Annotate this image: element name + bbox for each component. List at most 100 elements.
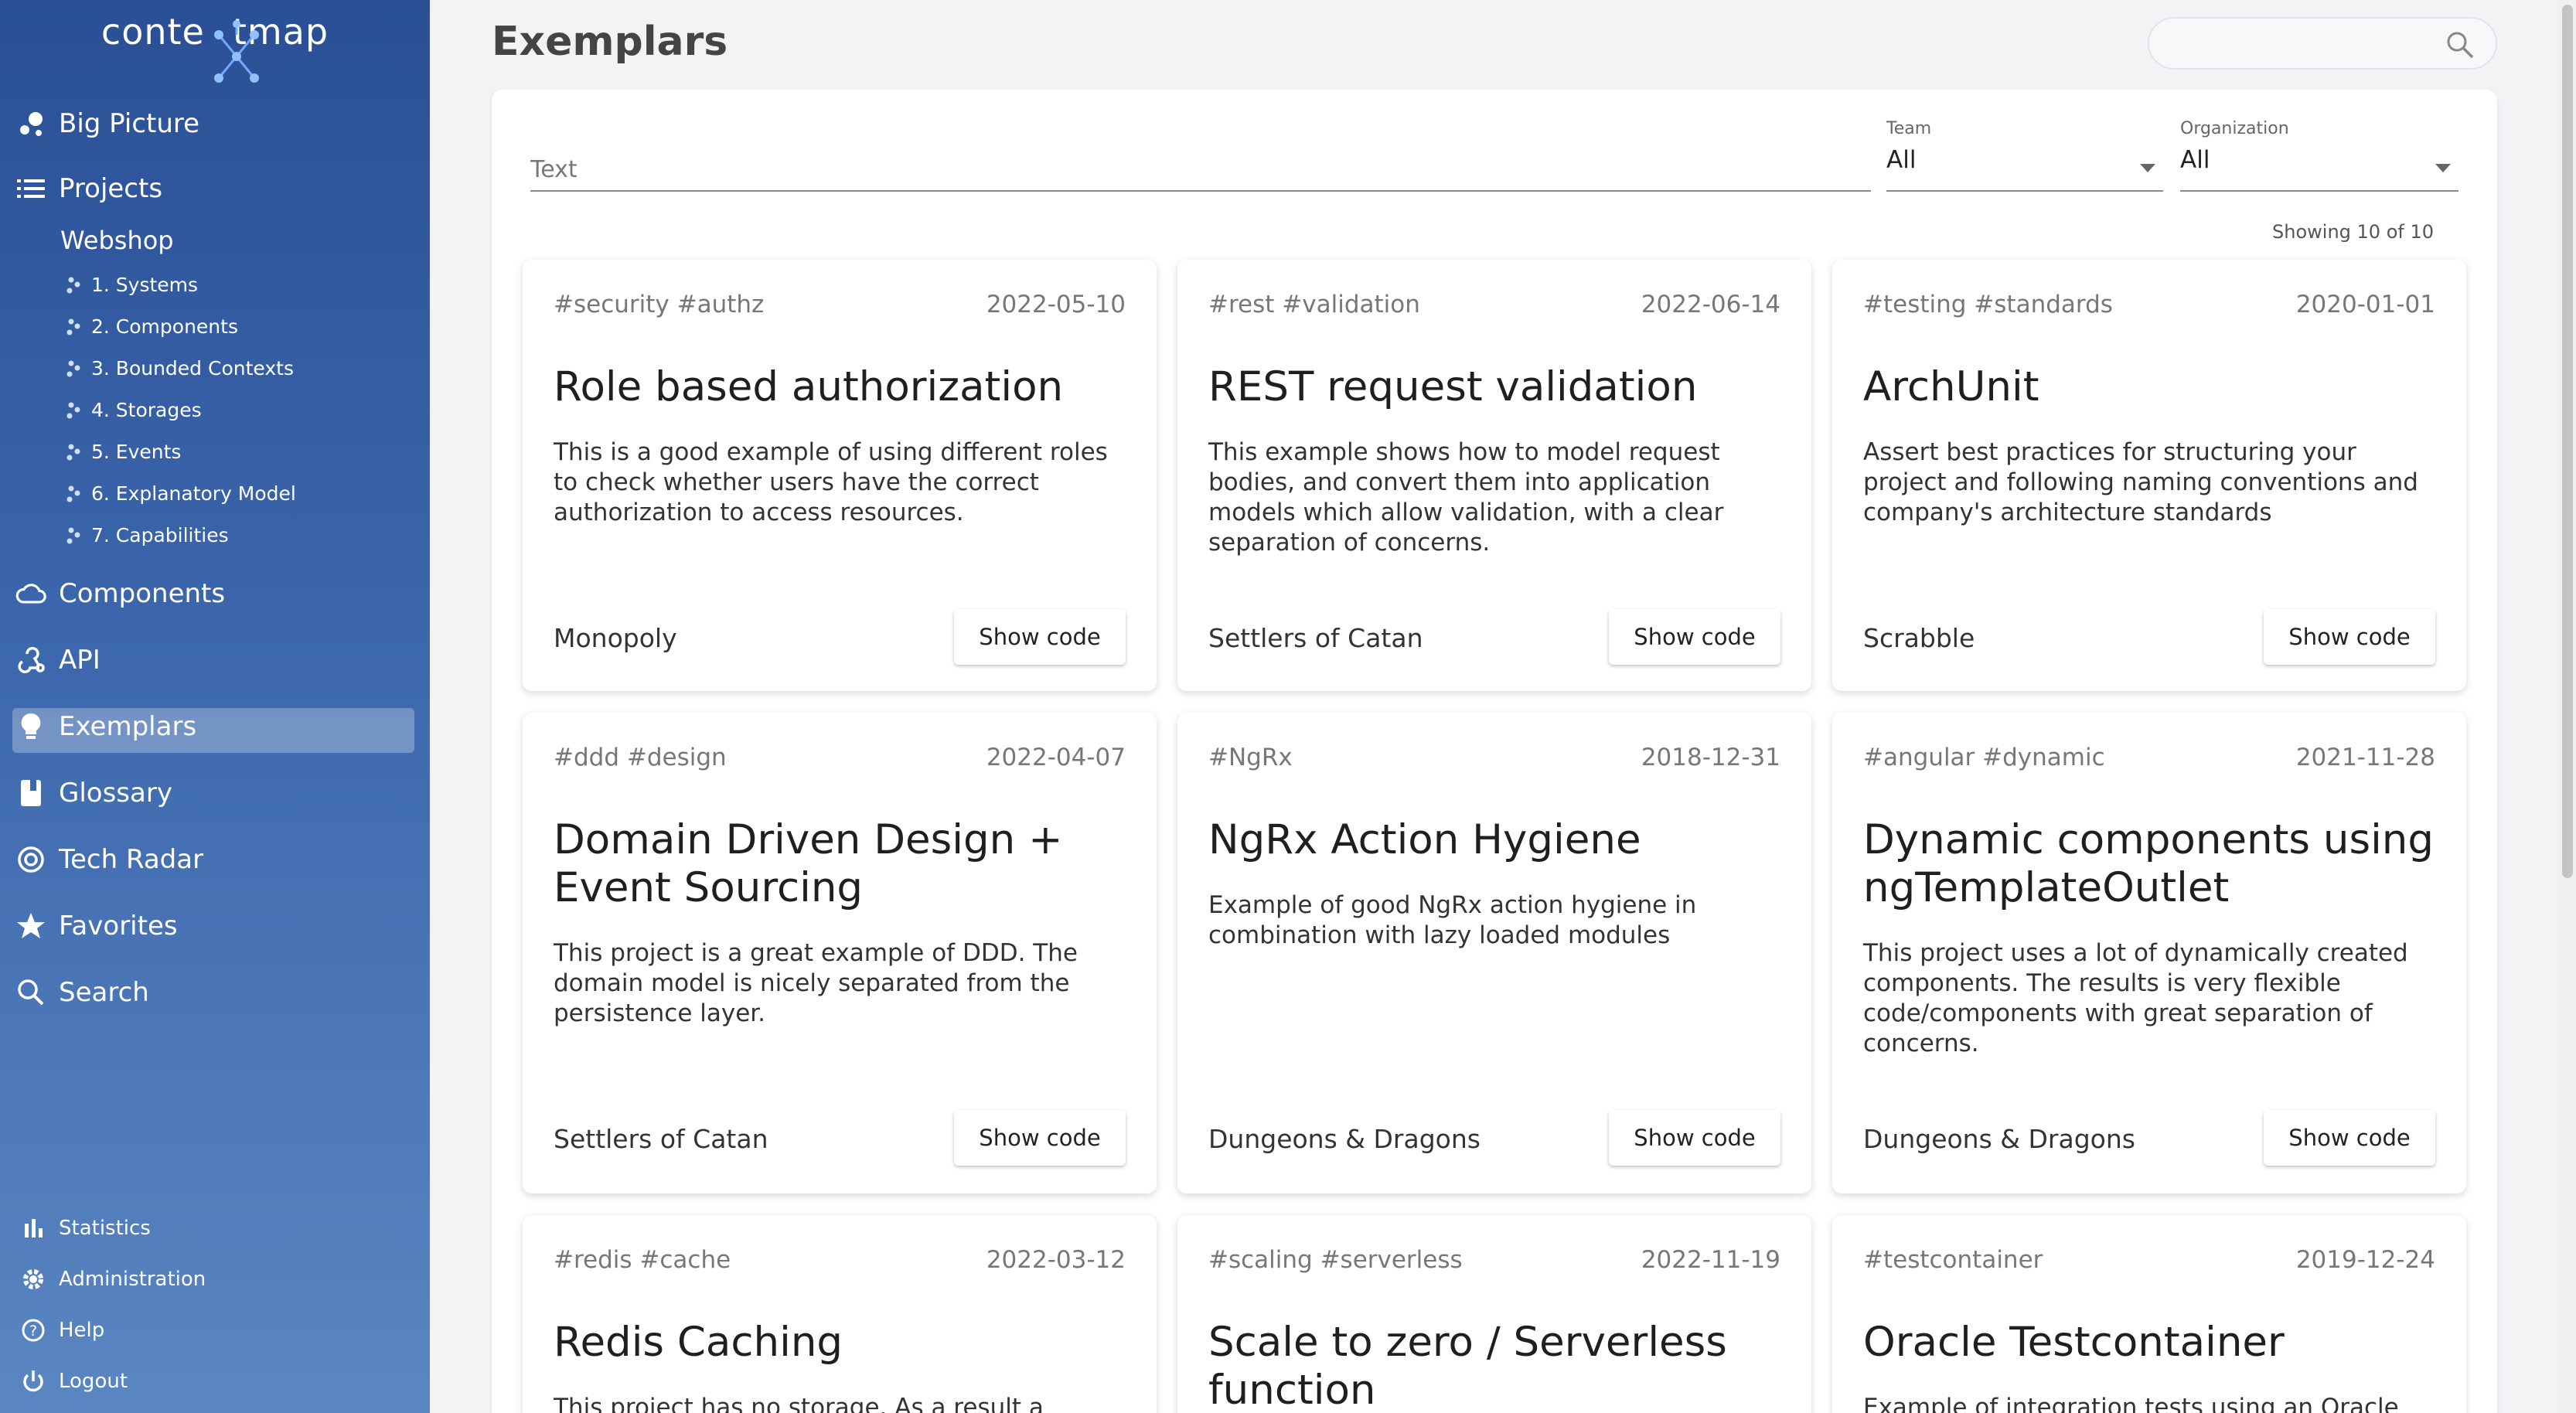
card-description: Example of integration tests using an Or… bbox=[1863, 1394, 2399, 1413]
sidebar-view-explanatory-model[interactable]: 6. Explanatory Model bbox=[62, 482, 296, 505]
card-team: Dungeons & Dragons bbox=[1863, 1124, 2135, 1154]
dots-icon bbox=[66, 444, 80, 460]
card-title: Oracle Testcontainer bbox=[1863, 1319, 2285, 1366]
card-title: ArchUnit bbox=[1863, 363, 2039, 410]
dots-icon bbox=[66, 318, 80, 335]
card-description: This is a good example of using differen… bbox=[554, 438, 1108, 526]
sidebar-view-capabilities[interactable]: 7. Capabilities bbox=[62, 524, 229, 546]
card-team: Dungeons & Dragons bbox=[1208, 1124, 1481, 1154]
sidebar-item-projects[interactable]: Projects bbox=[15, 173, 162, 204]
sidebar-item-favorites[interactable]: Favorites bbox=[15, 911, 178, 941]
sidebar-item-administration[interactable]: Administration bbox=[20, 1266, 206, 1292]
card-title: Domain Driven Design + Event Sourcing bbox=[554, 816, 1063, 911]
sidebar-item-statistics[interactable]: Statistics bbox=[20, 1215, 151, 1241]
card-tags: #redis #cache bbox=[554, 1246, 731, 1274]
sidebar-view-events[interactable]: 5. Events bbox=[62, 441, 181, 463]
result-count: Showing 10 of 10 bbox=[2272, 221, 2434, 243]
exemplar-card: #angular #dynamic 2021-11-28 Dynamic com… bbox=[1832, 713, 2466, 1193]
card-tags: #testing #standards bbox=[1863, 291, 2113, 318]
card-date: 2022-11-19 bbox=[1641, 1246, 1780, 1274]
bubbles-icon bbox=[15, 108, 46, 139]
sidebar-item-glossary[interactable]: Glossary bbox=[15, 778, 172, 809]
page-scrollbar[interactable] bbox=[2559, 0, 2576, 1413]
card-tags: #NgRx bbox=[1208, 744, 1293, 771]
card-tags: #rest #validation bbox=[1208, 291, 1420, 318]
sidebar-view-storages[interactable]: 4. Storages bbox=[62, 399, 202, 421]
sidebar-item-logout[interactable]: Logout bbox=[20, 1368, 128, 1394]
sidebar-item-big-picture[interactable]: Big Picture bbox=[15, 108, 199, 139]
card-description: This project uses a lot of dynamically c… bbox=[1863, 939, 2408, 1057]
sidebar-item-exemplars[interactable]: Exemplars bbox=[15, 711, 196, 742]
sidebar-item-search[interactable]: Search bbox=[15, 977, 149, 1008]
webhook-icon bbox=[15, 645, 46, 676]
page-title: Exemplars bbox=[492, 19, 728, 65]
team-select[interactable]: Team All bbox=[1886, 114, 2163, 192]
dots-icon bbox=[66, 527, 80, 543]
lightbulb-icon bbox=[15, 711, 46, 742]
app-logo[interactable]: conte tmap bbox=[0, 11, 430, 83]
cloud-icon bbox=[15, 578, 46, 609]
card-description: This project is a great example of DDD. … bbox=[554, 939, 1078, 1027]
card-description: Example of good NgRx action hygiene in c… bbox=[1208, 891, 1697, 949]
sidebar-project-webshop[interactable]: Webshop bbox=[60, 226, 174, 255]
show-code-button[interactable]: Show code bbox=[954, 1110, 1126, 1166]
card-date: 2022-03-12 bbox=[986, 1246, 1126, 1274]
global-search-input[interactable] bbox=[2148, 17, 2497, 70]
sidebar-item-components[interactable]: Components bbox=[15, 578, 225, 609]
exemplar-card: #scaling #serverless 2022-11-19 Scale to… bbox=[1177, 1215, 1811, 1413]
help-icon: ? bbox=[20, 1317, 46, 1343]
card-team: Monopoly bbox=[554, 623, 677, 653]
sidebar-item-help[interactable]: ? Help bbox=[20, 1317, 104, 1343]
card-tags: #security #authz bbox=[554, 291, 765, 318]
gear-icon bbox=[20, 1266, 46, 1292]
show-code-button[interactable]: Show code bbox=[2264, 1110, 2435, 1166]
organization-select-value: All bbox=[2180, 146, 2210, 174]
sidebar-view-bounded-contexts[interactable]: 3. Bounded Contexts bbox=[62, 357, 294, 380]
chevron-down-icon bbox=[2435, 164, 2451, 172]
organization-select[interactable]: Organization All bbox=[2180, 114, 2458, 192]
sidebar: conte tmap Big Picture Projects Webshop … bbox=[0, 0, 430, 1413]
sidebar-view-components[interactable]: 2. Components bbox=[62, 315, 238, 338]
card-date: 2018-12-31 bbox=[1641, 744, 1780, 771]
sidebar-item-api[interactable]: API bbox=[15, 645, 101, 676]
search-icon[interactable] bbox=[2445, 29, 2475, 60]
text-filter-input[interactable] bbox=[530, 139, 1871, 189]
card-title: Dynamic components using ngTemplateOutle… bbox=[1863, 816, 2435, 911]
exemplar-card: #testcontainer 2019-12-24 Oracle Testcon… bbox=[1832, 1215, 2466, 1413]
radar-icon bbox=[15, 844, 46, 875]
card-tags: #angular #dynamic bbox=[1863, 744, 2105, 771]
card-date: 2019-12-24 bbox=[2295, 1246, 2435, 1274]
card-date: 2022-04-07 bbox=[986, 744, 1126, 771]
team-select-label: Team bbox=[1886, 119, 1932, 138]
card-title: Scale to zero / Serverless function bbox=[1208, 1319, 1727, 1413]
exemplar-card: #rest #validation 2022-06-14 REST reques… bbox=[1177, 260, 1811, 691]
card-team: Settlers of Catan bbox=[1208, 623, 1423, 653]
dots-icon bbox=[66, 277, 80, 293]
text-filter-field[interactable] bbox=[530, 139, 1871, 192]
show-code-button[interactable]: Show code bbox=[954, 609, 1126, 665]
card-date: 2020-01-01 bbox=[2295, 291, 2435, 318]
scrollbar-thumb[interactable] bbox=[2562, 5, 2573, 878]
card-tags: #testcontainer bbox=[1863, 1246, 2043, 1274]
sidebar-item-tech-radar[interactable]: Tech Radar bbox=[15, 844, 203, 875]
exemplar-card: #ddd #design 2022-04-07 Domain Driven De… bbox=[523, 713, 1157, 1193]
exemplar-card: #redis #cache 2022-03-12 Redis Caching T… bbox=[523, 1215, 1157, 1413]
chevron-down-icon bbox=[2140, 164, 2155, 172]
sidebar-view-systems[interactable]: 1. Systems bbox=[62, 274, 198, 296]
show-code-button[interactable]: Show code bbox=[1609, 1110, 1780, 1166]
show-code-button[interactable]: Show code bbox=[1609, 609, 1780, 665]
team-select-value: All bbox=[1886, 146, 1917, 174]
bar-chart-icon bbox=[20, 1215, 46, 1241]
card-date: 2022-06-14 bbox=[1641, 291, 1780, 318]
card-date: 2021-11-28 bbox=[2295, 744, 2435, 771]
show-code-button[interactable]: Show code bbox=[2264, 609, 2435, 665]
card-team: Scrabble bbox=[1863, 623, 1975, 653]
search-icon bbox=[15, 977, 46, 1008]
dots-icon bbox=[66, 402, 80, 418]
card-tags: #ddd #design bbox=[554, 744, 727, 771]
svg-text:?: ? bbox=[29, 1323, 37, 1340]
dots-icon bbox=[66, 485, 80, 502]
star-icon bbox=[15, 911, 46, 941]
exemplar-card: #NgRx 2018-12-31 NgRx Action Hygiene Exa… bbox=[1177, 713, 1811, 1193]
card-tags: #scaling #serverless bbox=[1208, 1246, 1463, 1274]
